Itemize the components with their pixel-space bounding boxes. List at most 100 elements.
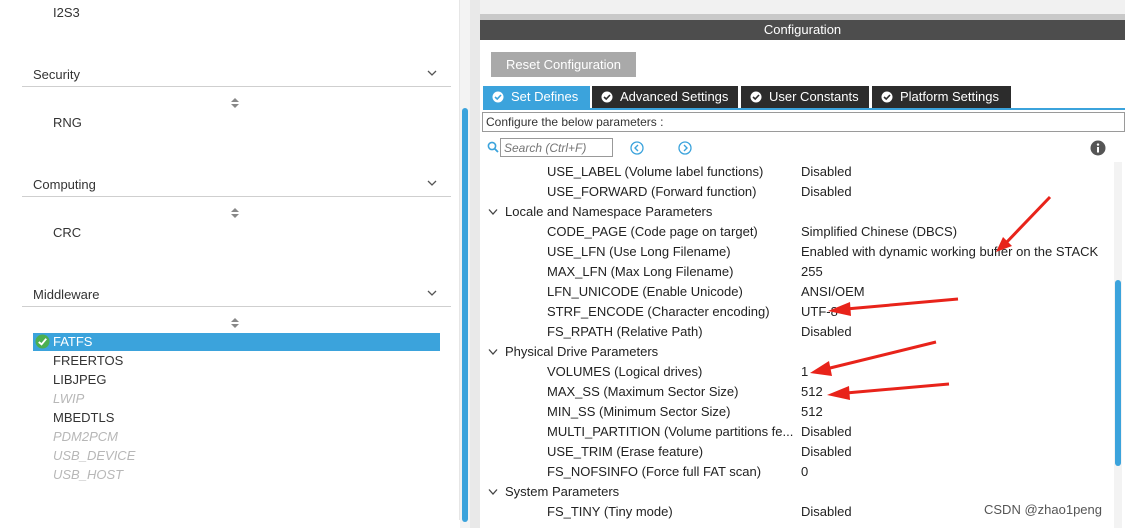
parameter-group[interactable]: System Parameters <box>482 482 1112 502</box>
parameter-value[interactable]: Disabled <box>801 502 852 522</box>
parameter-value[interactable]: ANSI/OEM <box>801 282 865 302</box>
middleware-item-lwip[interactable]: LWIP <box>53 390 84 408</box>
parameter-value[interactable]: 512 <box>801 402 823 422</box>
tab-user-constants[interactable]: User Constants <box>741 86 869 108</box>
parameter-row[interactable]: STRF_ENCODE (Character encoding) UTF-8 <box>482 302 1112 322</box>
chevron-down-icon[interactable] <box>488 208 498 216</box>
chevron-down-icon[interactable] <box>427 288 437 298</box>
middleware-item-usb-host[interactable]: USB_HOST <box>53 466 123 484</box>
parameter-name: MIN_SS (Minimum Sector Size) <box>547 404 731 419</box>
middleware-item-mbedtls[interactable]: MBEDTLS <box>53 409 114 427</box>
parameter-name: VOLUMES (Logical drives) <box>547 364 703 379</box>
check-circle-icon <box>881 91 893 103</box>
parameter-name: FS_RPATH (Relative Path) <box>547 324 703 339</box>
middleware-item-usb-device[interactable]: USB_DEVICE <box>53 447 135 465</box>
category-item-crc[interactable]: CRC <box>53 225 81 240</box>
parameter-name: LFN_UNICODE (Enable Unicode) <box>547 284 743 299</box>
parameter-row[interactable]: USE_FORWARD (Forward function) Disabled <box>482 182 1112 202</box>
section-title-middleware[interactable]: Middleware <box>33 287 99 302</box>
parameter-row[interactable]: MIN_SS (Minimum Sector Size) 512 <box>482 402 1112 422</box>
configuration-header: Configuration <box>480 20 1125 40</box>
section-divider <box>22 86 451 87</box>
parameter-row[interactable]: MAX_LFN (Max Long Filename) 255 <box>482 262 1112 282</box>
parameter-group-label: Locale and Namespace Parameters <box>505 204 713 219</box>
parameter-name: USE_FORWARD (Forward function) <box>547 184 757 199</box>
parameter-row[interactable]: MULTI_PARTITION (Volume partitions fe...… <box>482 422 1112 442</box>
parameter-value[interactable]: 0 <box>801 462 808 482</box>
parameter-group[interactable]: Locale and Namespace Parameters <box>482 202 1112 222</box>
arrow-right-circle-icon[interactable] <box>678 141 692 155</box>
parameter-name: MULTI_PARTITION (Volume partitions fe... <box>547 424 794 439</box>
search-input[interactable] <box>500 138 613 157</box>
sort-icon[interactable] <box>231 98 239 108</box>
configure-parameters-label: Configure the below parameters : <box>482 112 1125 132</box>
tab-advanced-settings[interactable]: Advanced Settings <box>592 86 738 108</box>
category-item-i2s3[interactable]: I2S3 <box>53 5 80 20</box>
search-icon[interactable] <box>487 141 499 153</box>
parameter-name: FS_NOFSINFO (Force full FAT scan) <box>547 464 762 479</box>
tab-label: Set Defines <box>511 89 579 104</box>
parameter-name: USE_LABEL (Volume label functions) <box>547 164 764 179</box>
arrow-left-circle-icon[interactable] <box>630 141 644 155</box>
section-title-computing[interactable]: Computing <box>33 177 96 192</box>
parameter-row[interactable]: USE_LABEL (Volume label functions) Disabl… <box>482 162 1112 182</box>
watermark: CSDN @zhao1peng <box>984 502 1102 517</box>
parameter-value[interactable]: Disabled <box>801 182 852 202</box>
middleware-item-fatfs[interactable]: FATFS <box>33 333 440 351</box>
section-divider <box>22 196 451 197</box>
tab-label: Platform Settings <box>900 89 999 104</box>
tab-label: User Constants <box>769 89 859 104</box>
parameter-value[interactable]: UTF-8 <box>801 302 838 322</box>
parameter-row[interactable]: USE_LFN (Use Long Filename) Enabled with … <box>482 242 1112 262</box>
check-circle-icon <box>492 91 504 103</box>
parameter-row[interactable]: CODE_PAGE (Code page on target) Simplifie… <box>482 222 1112 242</box>
parameter-row[interactable]: MAX_SS (Maximum Sector Size) 512 <box>482 382 1112 402</box>
parameter-row[interactable]: USE_TRIM (Erase feature) Disabled <box>482 442 1112 462</box>
check-circle-icon <box>750 91 762 103</box>
tab-platform-settings[interactable]: Platform Settings <box>872 86 1011 108</box>
parameter-value[interactable]: Disabled <box>801 162 852 182</box>
parameter-tree: USE_LABEL (Volume label functions) Disabl… <box>482 162 1112 528</box>
sort-icon[interactable] <box>231 318 239 328</box>
parameter-value[interactable]: Disabled <box>801 422 852 442</box>
middleware-item-label: FATFS <box>53 334 93 349</box>
parameter-name: STRF_ENCODE (Character encoding) <box>547 304 770 319</box>
sort-icon[interactable] <box>231 208 239 218</box>
chevron-down-icon[interactable] <box>427 178 437 188</box>
chevron-down-icon[interactable] <box>427 68 437 78</box>
middleware-item-libjpeg[interactable]: LIBJPEG <box>53 371 106 389</box>
tab-underline <box>483 108 1125 110</box>
right-scrollbar-thumb[interactable] <box>1115 280 1121 466</box>
parameter-value[interactable]: 255 <box>801 262 823 282</box>
parameter-value[interactable]: Disabled <box>801 442 852 462</box>
section-divider <box>22 306 451 307</box>
tab-set-defines[interactable]: Set Defines <box>483 86 590 108</box>
parameter-row[interactable]: FS_NOFSINFO (Force full FAT scan) 0 <box>482 462 1112 482</box>
parameter-value[interactable]: Disabled <box>801 322 852 342</box>
parameter-value[interactable]: Enabled with dynamic working buffer on t… <box>801 242 1098 262</box>
parameter-value[interactable]: 1 <box>801 362 808 382</box>
parameter-value[interactable]: 512 <box>801 382 823 402</box>
check-circle-icon <box>35 334 50 349</box>
parameter-group-label: Physical Drive Parameters <box>505 344 659 359</box>
parameter-group-label: System Parameters <box>505 484 620 499</box>
parameter-row[interactable]: VOLUMES (Logical drives) 1 <box>482 362 1112 382</box>
reset-configuration-button[interactable]: Reset Configuration <box>491 52 636 77</box>
left-scrollbar-thumb[interactable] <box>462 108 468 522</box>
parameter-row[interactable]: LFN_UNICODE (Enable Unicode) ANSI/OEM <box>482 282 1112 302</box>
middleware-item-pdm2pcm[interactable]: PDM2PCM <box>53 428 118 446</box>
check-circle-icon <box>601 91 613 103</box>
parameter-row[interactable]: FS_RPATH (Relative Path) Disabled <box>482 322 1112 342</box>
top-strip <box>480 0 1125 14</box>
parameter-group[interactable]: Physical Drive Parameters <box>482 342 1112 362</box>
parameter-name: MAX_SS (Maximum Sector Size) <box>547 384 739 399</box>
chevron-down-icon[interactable] <box>488 488 498 496</box>
parameter-value[interactable]: Simplified Chinese (DBCS) <box>801 222 957 242</box>
parameter-name: MAX_LFN (Max Long Filename) <box>547 264 734 279</box>
chevron-down-icon[interactable] <box>488 348 498 356</box>
info-icon[interactable] <box>1090 140 1106 156</box>
middleware-item-freertos[interactable]: FREERTOS <box>53 352 123 370</box>
section-title-security[interactable]: Security <box>33 67 80 82</box>
category-item-rng[interactable]: RNG <box>53 115 82 130</box>
panel-splitter[interactable] <box>470 0 480 528</box>
